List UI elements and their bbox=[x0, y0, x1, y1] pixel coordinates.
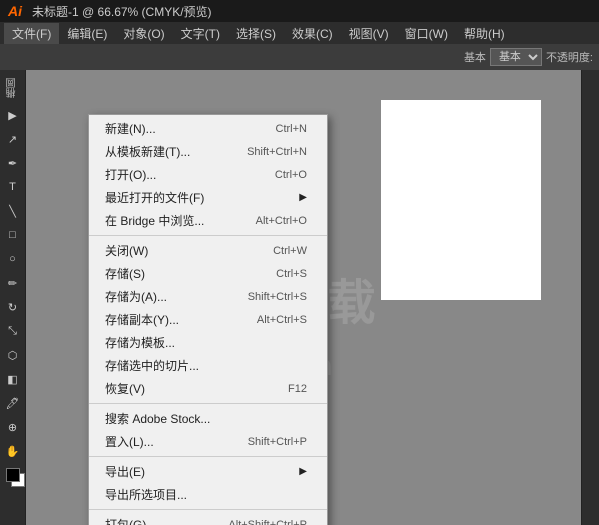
scale-tool[interactable]: ⤡ bbox=[2, 320, 24, 342]
menu-save-template-label: 存储为模板... bbox=[105, 334, 175, 351]
tool-panel: 椭圆 ▶ ↗ ✒ T ╲ □ ○ ✏ ↻ ⤡ ⬡ ◧ 🖊 ⊕ ✋ bbox=[0, 70, 26, 525]
menu-new-template-shortcut: Shift+Ctrl+N bbox=[247, 146, 307, 158]
title-bar: Ai 未标题-1 @ 66.67% (CMYK/预览) bbox=[0, 0, 599, 22]
menu-bridge-label: 在 Bridge 中浏览... bbox=[105, 212, 204, 229]
top-toolbar: 基本 基本 不透明度: bbox=[0, 44, 599, 70]
zoom-tool[interactable]: ⊕ bbox=[2, 416, 24, 438]
menu-save-as-shortcut: Shift+Ctrl+S bbox=[248, 291, 307, 303]
menu-revert-label: 恢复(V) bbox=[105, 380, 145, 397]
file-dropdown: 新建(N)... Ctrl+N 从模板新建(T)... Shift+Ctrl+N… bbox=[88, 114, 328, 525]
menu-save[interactable]: 存储(S) Ctrl+S bbox=[89, 262, 327, 285]
menu-save-as-label: 存储为(A)... bbox=[105, 288, 167, 305]
opacity-label: 不透明度: bbox=[546, 49, 593, 65]
menu-open-shortcut: Ctrl+O bbox=[275, 169, 307, 181]
title-text: 未标题-1 @ 66.67% (CMYK/预览) bbox=[32, 3, 212, 20]
menu-object[interactable]: 对象(O) bbox=[115, 23, 172, 44]
menu-recent-label: 最近打开的文件(F) bbox=[105, 189, 204, 206]
sep4 bbox=[89, 509, 327, 510]
menu-save-copy-shortcut: Alt+Ctrl+S bbox=[257, 314, 307, 326]
menu-export[interactable]: 导出(E) ▶ bbox=[89, 460, 327, 483]
line-tool[interactable]: ╲ bbox=[2, 200, 24, 222]
menu-save-slices[interactable]: 存储选中的切片... bbox=[89, 354, 327, 377]
menu-export-arrow: ▶ bbox=[299, 466, 307, 477]
menu-close-shortcut: Ctrl+W bbox=[273, 245, 307, 257]
menu-adobe-stock[interactable]: 搜索 Adobe Stock... bbox=[89, 407, 327, 430]
file-menu: 新建(N)... Ctrl+N 从模板新建(T)... Shift+Ctrl+N… bbox=[88, 114, 328, 525]
pen-tool[interactable]: ✒ bbox=[2, 152, 24, 174]
menu-bar: 文件(F) 编辑(E) 对象(O) 文字(T) 选择(S) 效果(C) 视图(V… bbox=[0, 22, 599, 44]
text-tool[interactable]: T bbox=[2, 176, 24, 198]
menu-save-as[interactable]: 存储为(A)... Shift+Ctrl+S bbox=[89, 285, 327, 308]
menu-new-shortcut: Ctrl+N bbox=[276, 123, 307, 135]
rotate-tool[interactable]: ↻ bbox=[2, 296, 24, 318]
menu-export-selected[interactable]: 导出所选项目... bbox=[89, 483, 327, 506]
menu-place-label: 置入(L)... bbox=[105, 433, 154, 450]
menu-new-label: 新建(N)... bbox=[105, 120, 156, 137]
gradient-tool[interactable]: ◧ bbox=[2, 368, 24, 390]
sep1 bbox=[89, 235, 327, 236]
menu-text[interactable]: 文字(T) bbox=[173, 23, 228, 44]
menu-place[interactable]: 置入(L)... Shift+Ctrl+P bbox=[89, 430, 327, 453]
menu-package-shortcut: Alt+Shift+Ctrl+P bbox=[228, 519, 307, 525]
menu-recent-arrow: ▶ bbox=[299, 192, 307, 203]
select-tool[interactable]: ▶ bbox=[2, 104, 24, 126]
menu-revert[interactable]: 恢复(V) F12 bbox=[89, 377, 327, 400]
rect-tool[interactable]: □ bbox=[2, 224, 24, 246]
menu-package[interactable]: 打包(G)... Alt+Shift+Ctrl+P bbox=[89, 513, 327, 525]
sep3 bbox=[89, 456, 327, 457]
brush-tool[interactable]: ✏ bbox=[2, 272, 24, 294]
menu-save-slices-label: 存储选中的切片... bbox=[105, 357, 199, 374]
panel-label: 椭圆 bbox=[3, 74, 22, 102]
main-area: 椭圆 ▶ ↗ ✒ T ╲ □ ○ ✏ ↻ ⤡ ⬡ ◧ 🖊 ⊕ ✋ 安下载 com… bbox=[0, 70, 599, 525]
right-panel bbox=[581, 70, 599, 525]
direct-select-tool[interactable]: ↗ bbox=[2, 128, 24, 150]
blend-tool[interactable]: ⬡ bbox=[2, 344, 24, 366]
menu-edit[interactable]: 编辑(E) bbox=[59, 23, 115, 44]
menu-recent[interactable]: 最近打开的文件(F) ▶ bbox=[89, 186, 327, 209]
menu-save-copy[interactable]: 存储副本(Y)... Alt+Ctrl+S bbox=[89, 308, 327, 331]
menu-effect[interactable]: 效果(C) bbox=[284, 23, 341, 44]
color-swatches-container bbox=[6, 468, 20, 482]
menu-export-selected-label: 导出所选项目... bbox=[105, 486, 187, 503]
menu-revert-shortcut: F12 bbox=[288, 383, 307, 395]
menu-close[interactable]: 关闭(W) Ctrl+W bbox=[89, 239, 327, 262]
menu-view[interactable]: 视图(V) bbox=[341, 23, 397, 44]
menu-save-label: 存储(S) bbox=[105, 265, 145, 282]
menu-export-label: 导出(E) bbox=[105, 463, 145, 480]
menu-new-template-label: 从模板新建(T)... bbox=[105, 143, 190, 160]
foreground-swatch[interactable] bbox=[6, 468, 20, 482]
menu-adobe-stock-label: 搜索 Adobe Stock... bbox=[105, 410, 210, 427]
menu-bridge-shortcut: Alt+Ctrl+O bbox=[256, 215, 307, 227]
menu-new[interactable]: 新建(N)... Ctrl+N bbox=[89, 117, 327, 140]
menu-window[interactable]: 窗口(W) bbox=[397, 23, 456, 44]
menu-file[interactable]: 文件(F) bbox=[4, 23, 59, 44]
menu-package-label: 打包(G)... bbox=[105, 516, 156, 525]
menu-save-copy-label: 存储副本(Y)... bbox=[105, 311, 179, 328]
mode-label: 基本 bbox=[464, 49, 486, 65]
menu-place-shortcut: Shift+Ctrl+P bbox=[248, 436, 307, 448]
hand-tool[interactable]: ✋ bbox=[2, 440, 24, 462]
menu-open-label: 打开(O)... bbox=[105, 166, 156, 183]
eyedropper-tool[interactable]: 🖊 bbox=[2, 392, 24, 414]
mode-select[interactable]: 基本 bbox=[490, 48, 542, 66]
menu-new-from-template[interactable]: 从模板新建(T)... Shift+Ctrl+N bbox=[89, 140, 327, 163]
canvas-document bbox=[381, 100, 541, 300]
sep2 bbox=[89, 403, 327, 404]
canvas-area: 安下载 com 新建(N)... Ctrl+N 从模板新建(T)... Shif… bbox=[26, 70, 581, 525]
menu-open[interactable]: 打开(O)... Ctrl+O bbox=[89, 163, 327, 186]
menu-save-template[interactable]: 存储为模板... bbox=[89, 331, 327, 354]
menu-select[interactable]: 选择(S) bbox=[228, 23, 284, 44]
menu-bridge[interactable]: 在 Bridge 中浏览... Alt+Ctrl+O bbox=[89, 209, 327, 232]
app-logo: Ai bbox=[8, 3, 22, 19]
menu-save-shortcut: Ctrl+S bbox=[276, 268, 307, 280]
menu-close-label: 关闭(W) bbox=[105, 242, 148, 259]
ellipse-tool[interactable]: ○ bbox=[2, 248, 24, 270]
menu-help[interactable]: 帮助(H) bbox=[456, 23, 513, 44]
